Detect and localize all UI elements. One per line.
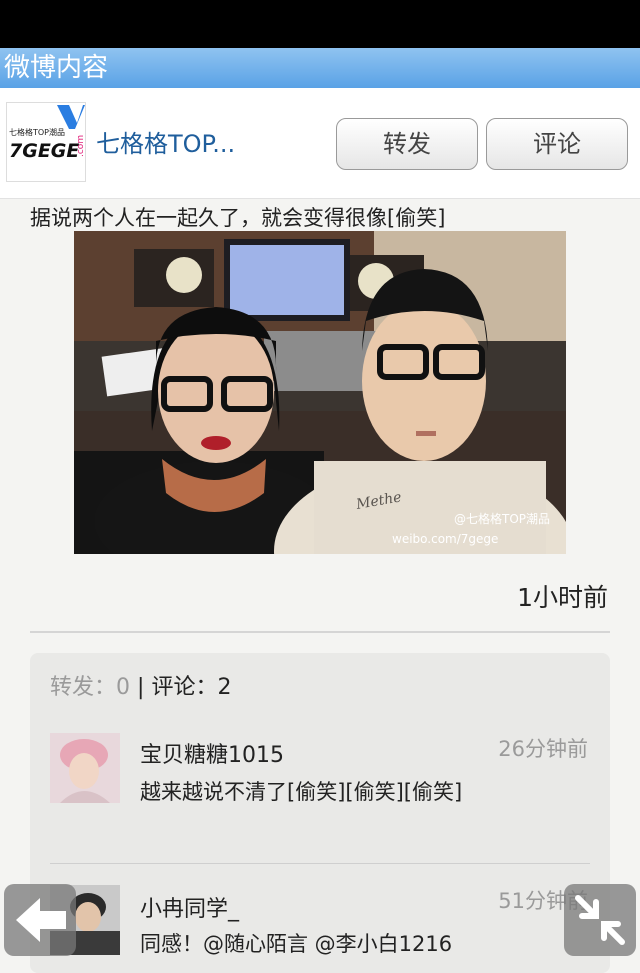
avatar-text-suffix: .com xyxy=(76,135,85,157)
collapse-button[interactable] xyxy=(564,884,636,956)
comment-divider xyxy=(50,863,590,864)
title-bar: 微博内容 xyxy=(0,48,640,88)
status-bar xyxy=(0,0,640,48)
commenter-name[interactable]: 小冉同学_ xyxy=(140,891,239,923)
post-stats: 转发：0 | 评论：2 xyxy=(50,669,231,701)
comment-count: 2 xyxy=(217,675,232,700)
repost-count-label: 转发： xyxy=(50,675,117,700)
repost-button[interactable]: 转发 xyxy=(336,118,478,170)
user-avatar[interactable]: 七格格TOP潮品 7GEGE .com xyxy=(6,102,86,182)
avatar-text-main: 7GEGE xyxy=(9,140,79,162)
brand-logo-icon: 七格格TOP潮品 7GEGE .com xyxy=(9,105,85,162)
page-title: 微博内容 xyxy=(4,53,109,83)
image-watermark-url: weibo.com/7gege xyxy=(392,532,498,546)
avatar-text-top: 七格格TOP潮品 xyxy=(9,127,65,137)
stats-separator: | xyxy=(137,675,145,700)
arrow-left-icon xyxy=(16,898,66,942)
collapse-arrows-icon xyxy=(575,895,625,945)
image-watermark: @七格格TOP潮品 xyxy=(454,511,550,526)
comment-text: 同感！@随心陌言 @李小白1216 xyxy=(140,932,453,956)
comment-text: 越来越说不清了[偷笑][偷笑][偷笑] xyxy=(140,780,463,804)
comment-time: 26分钟前 xyxy=(498,737,588,761)
user-name[interactable]: 七格格TOP... xyxy=(96,124,235,159)
back-button[interactable] xyxy=(4,884,76,956)
post-time: 1小时前 xyxy=(517,583,608,612)
comment-section: 转发：0 | 评论：2 宝贝糖糖1015 26分钟前 越来越说不清了[偷笑][偷… xyxy=(30,653,610,973)
commenter-avatar[interactable] xyxy=(50,733,120,803)
post-image[interactable]: Methe @七格格TOP潮品 weibo.com/7gege xyxy=(74,231,566,554)
post-text: 据说两个人在一起久了，就会变得很像[偷笑] xyxy=(30,206,446,230)
comment-count-label: 评论： xyxy=(151,675,218,700)
repost-count: 0 xyxy=(116,675,131,700)
commenter-name[interactable]: 宝贝糖糖1015 xyxy=(140,737,284,769)
divider xyxy=(30,631,610,633)
comment-button[interactable]: 评论 xyxy=(486,118,628,170)
